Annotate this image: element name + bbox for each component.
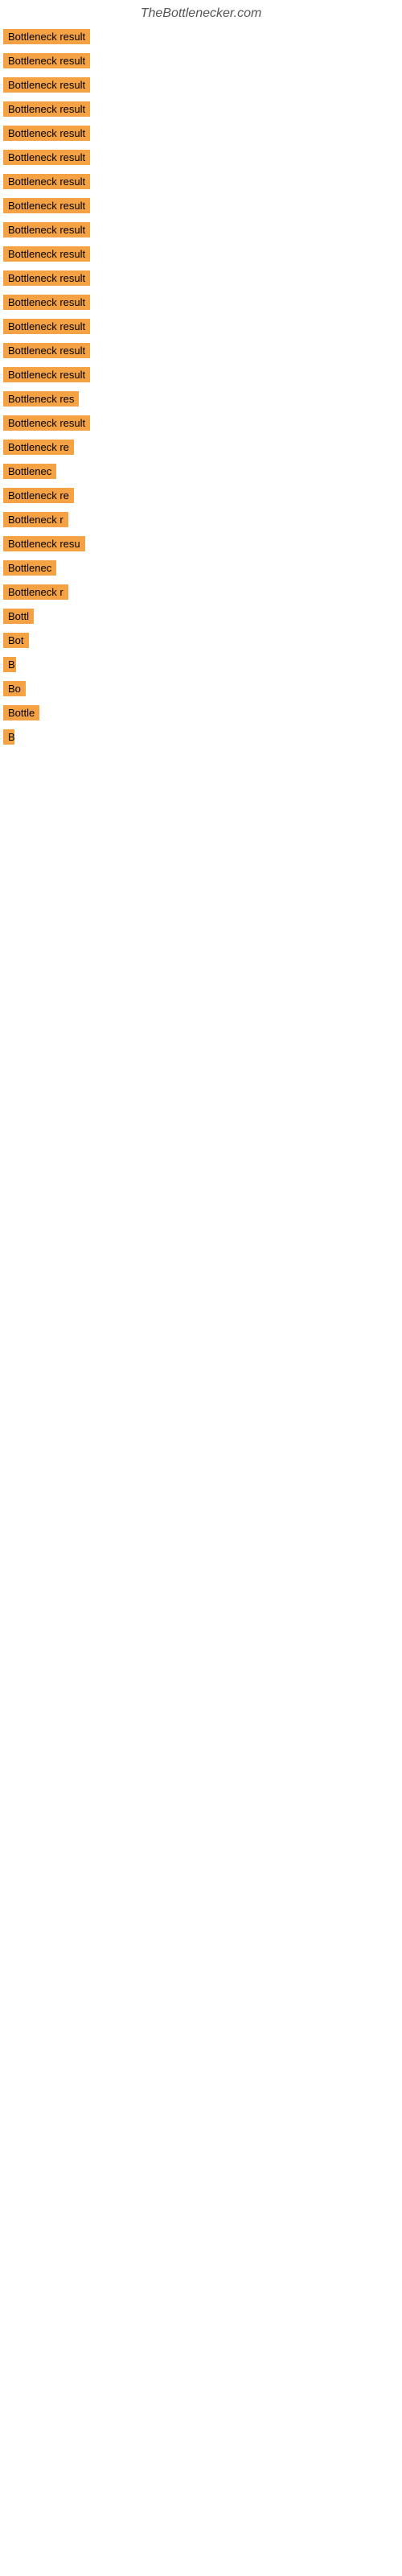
list-item: Bottleneck result <box>3 415 402 435</box>
list-item: Bottleneck result <box>3 367 402 386</box>
list-item: Bottleneck result <box>3 150 402 169</box>
bottleneck-result-label: B <box>3 657 16 672</box>
list-item: Bottleneck result <box>3 246 402 266</box>
list-item: Bottleneck result <box>3 101 402 121</box>
bottleneck-result-label: Bottleneck re <box>3 440 74 455</box>
list-item: Bottlenec <box>3 560 402 580</box>
list-item: Bottleneck result <box>3 270 402 290</box>
list-item: Bottleneck result <box>3 343 402 362</box>
list-item: Bottlenec <box>3 464 402 483</box>
bottleneck-result-label: Bottleneck result <box>3 29 90 44</box>
bottleneck-result-label: Bottleneck result <box>3 270 90 286</box>
bottleneck-result-label: Bottleneck result <box>3 415 90 431</box>
bottleneck-result-label: Bottleneck r <box>3 584 68 600</box>
site-header: TheBottlenecker.com <box>0 0 402 24</box>
bottleneck-result-label: Bottleneck result <box>3 295 90 310</box>
bottleneck-result-label: Bottleneck result <box>3 174 90 189</box>
list-item: Bottleneck result <box>3 77 402 97</box>
bottleneck-result-label: Bottl <box>3 609 34 624</box>
list-item: Bottl <box>3 609 402 628</box>
bottleneck-list: Bottleneck result Bottleneck result Bottle… <box>0 24 402 753</box>
bottleneck-result-label: Bottleneck result <box>3 101 90 117</box>
list-item: Bottleneck result <box>3 295 402 314</box>
list-item: Bo <box>3 681 402 700</box>
list-item: Bottleneck result <box>3 222 402 242</box>
list-item: B <box>3 729 402 749</box>
list-item: Bottleneck resu <box>3 536 402 555</box>
bottleneck-result-label: Bottleneck result <box>3 319 90 334</box>
list-item: Bottleneck res <box>3 391 402 411</box>
bottleneck-result-label: Bottleneck result <box>3 222 90 237</box>
bottleneck-result-label: Bottleneck resu <box>3 536 85 551</box>
list-item: Bottleneck result <box>3 126 402 145</box>
bottleneck-result-label: Bottleneck re <box>3 488 74 503</box>
bottleneck-result-label: Bottleneck result <box>3 343 90 358</box>
bottleneck-result-label: Bottleneck result <box>3 246 90 262</box>
list-item: Bottle <box>3 705 402 724</box>
list-item: Bottleneck r <box>3 512 402 531</box>
list-item: B <box>3 657 402 676</box>
bottleneck-result-label: Bottleneck result <box>3 77 90 93</box>
list-item: Bottleneck re <box>3 488 402 507</box>
list-item: Bottleneck result <box>3 319 402 338</box>
bottleneck-result-label: Bottleneck result <box>3 53 90 68</box>
list-item: Bot <box>3 633 402 652</box>
bottleneck-result-label: Bottleneck result <box>3 198 90 213</box>
bottleneck-result-label: Bot <box>3 633 29 648</box>
list-item: Bottleneck r <box>3 584 402 604</box>
list-item: Bottleneck result <box>3 29 402 48</box>
bottleneck-result-label: Bo <box>3 681 26 696</box>
bottleneck-result-label: Bottleneck res <box>3 391 79 407</box>
bottleneck-result-label: Bottle <box>3 705 39 720</box>
bottleneck-result-label: Bottleneck result <box>3 126 90 141</box>
list-item: Bottleneck result <box>3 53 402 72</box>
bottleneck-result-label: Bottleneck r <box>3 512 68 527</box>
bottleneck-result-label: Bottlenec <box>3 560 56 576</box>
bottleneck-result-label: Bottleneck result <box>3 367 90 382</box>
list-item: Bottleneck result <box>3 174 402 193</box>
bottleneck-result-label: B <box>3 729 14 745</box>
list-item: Bottleneck re <box>3 440 402 459</box>
bottleneck-result-label: Bottleneck result <box>3 150 90 165</box>
list-item: Bottleneck result <box>3 198 402 217</box>
bottleneck-result-label: Bottlenec <box>3 464 56 479</box>
